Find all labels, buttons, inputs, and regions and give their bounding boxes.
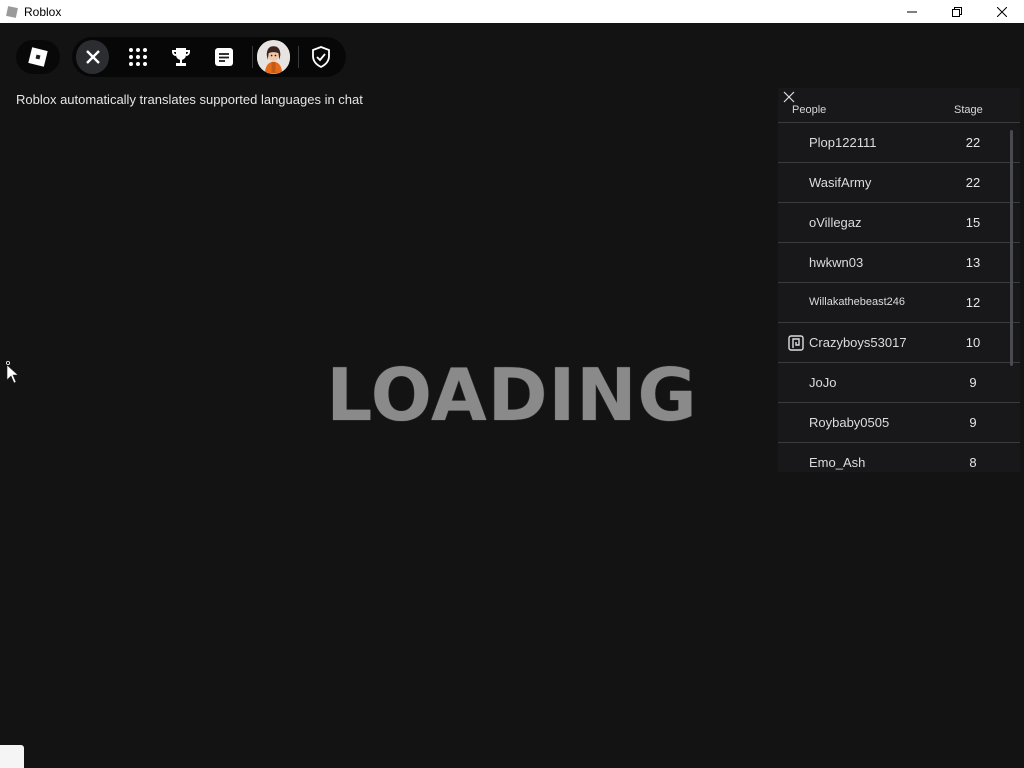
premium-badge-icon <box>788 335 804 351</box>
player-name: hwkwn03 <box>809 255 864 270</box>
leaderboard-row[interactable]: WasifArmy 22 <box>778 162 1020 202</box>
player-stage: 12 <box>965 295 981 310</box>
window-title: Roblox <box>24 4 62 19</box>
leaderboard-rows: Plop122111 22 WasifArmy 22 oVillegaz 15 … <box>778 122 1020 472</box>
leaderboard-row[interactable]: Roybaby0505 9 <box>778 402 1020 442</box>
leaderboard-row[interactable]: Emo_Ash 8 <box>778 442 1020 472</box>
chat-translation-notice: Roblox automatically translates supporte… <box>16 92 363 107</box>
roblox-logo-icon <box>28 47 48 67</box>
restore-icon <box>951 6 962 17</box>
leaderboard-scrollbar[interactable] <box>1010 130 1013 366</box>
trophy-icon <box>171 48 190 66</box>
close-icon[interactable] <box>782 90 796 104</box>
avatar-icon <box>256 40 291 74</box>
header-people: People <box>792 104 827 116</box>
player-name: Plop122111 <box>809 135 877 150</box>
leaderboard-row[interactable]: Plop122111 22 <box>778 122 1020 162</box>
safety-button[interactable] <box>303 39 340 75</box>
grid-icon <box>128 48 147 66</box>
player-stage: 8 <box>969 455 977 470</box>
leaderboard-header: People Stage <box>778 104 1020 124</box>
toolbar-divider <box>298 46 299 68</box>
roblox-menu-button[interactable] <box>16 40 60 74</box>
player-name: JoJo <box>809 375 837 390</box>
player-stage: 10 <box>965 335 981 350</box>
minimize-icon <box>906 11 917 12</box>
bottom-corner-panel[interactable] <box>0 745 24 768</box>
player-stage: 9 <box>969 375 977 390</box>
close-icon <box>996 6 1007 17</box>
leaderboard-row[interactable]: Crazyboys53017 10 <box>778 322 1020 362</box>
roblox-app-icon <box>6 5 18 18</box>
player-stage: 13 <box>965 255 981 270</box>
loading-text: LOADING <box>326 353 698 437</box>
player-name: Roybaby0505 <box>809 415 890 430</box>
game-viewport[interactable]: Roblox automatically translates supporte… <box>0 23 1024 768</box>
leaderboard-button[interactable] <box>162 39 199 75</box>
leaderboard-row[interactable]: hwkwn03 13 <box>778 242 1020 282</box>
topbar-menu <box>72 37 346 77</box>
mouse-cursor-icon <box>6 361 19 384</box>
player-name: oVillegaz <box>809 215 862 230</box>
avatar[interactable] <box>256 40 291 74</box>
leaderboard-row[interactable]: JoJo 9 <box>778 362 1020 402</box>
player-leaderboard: People Stage Plop122111 22 WasifArmy 22 … <box>778 88 1020 472</box>
header-stage: Stage <box>954 104 983 116</box>
chat-button[interactable] <box>205 39 242 75</box>
player-name: Emo_Ash <box>809 455 866 470</box>
player-stage: 15 <box>965 215 981 230</box>
chat-icon <box>214 48 233 66</box>
toolbar-divider <box>251 46 253 68</box>
shield-check-icon <box>312 46 331 68</box>
grid-button[interactable] <box>119 39 156 75</box>
player-stage: 9 <box>969 415 977 430</box>
player-name: Willakathebeast246 <box>809 296 906 308</box>
close-icon <box>85 50 100 64</box>
window-titlebar: Roblox <box>0 0 1024 23</box>
player-stage: 22 <box>965 175 981 190</box>
close-window-button[interactable] <box>979 0 1024 23</box>
close-menu-button[interactable] <box>76 40 110 74</box>
leaderboard-row[interactable]: Willakathebeast246 12 <box>778 282 1020 322</box>
player-stage: 22 <box>965 135 981 150</box>
minimize-button[interactable] <box>889 0 934 23</box>
restore-button[interactable] <box>934 0 979 23</box>
player-name: Crazyboys53017 <box>809 335 907 350</box>
leaderboard-row[interactable]: oVillegaz 15 <box>778 202 1020 242</box>
player-name: WasifArmy <box>809 175 872 190</box>
